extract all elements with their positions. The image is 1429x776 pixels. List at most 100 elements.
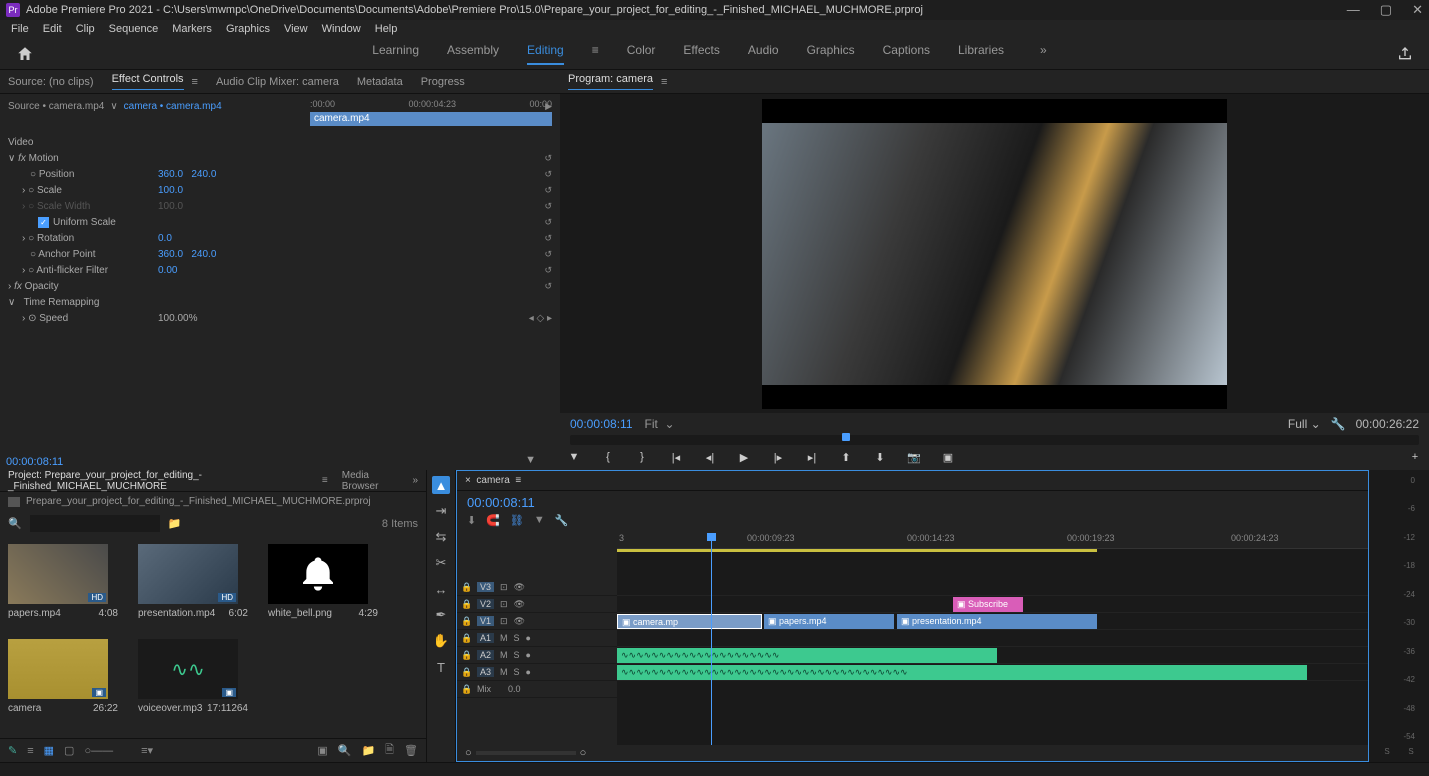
ec-timecode[interactable]: 00:00:08:11	[6, 456, 63, 468]
ec-seq-clip[interactable]: camera • camera.mp4	[124, 101, 222, 112]
reset-scale-icon[interactable]: ↺	[544, 185, 552, 196]
new-item-icon[interactable]: 🗎	[385, 741, 394, 760]
solo-right-icon[interactable]: S	[1408, 747, 1413, 756]
wrench-icon[interactable]: 🔧	[1331, 417, 1346, 431]
list-view-icon[interactable]: ≡	[27, 745, 33, 757]
hand-tool-icon[interactable]: ✋	[432, 632, 450, 650]
reset-scalewidth-icon[interactable]: ↺	[544, 201, 552, 212]
toggle-v3-icon[interactable]: ⊡	[500, 582, 508, 593]
eye-v2-icon[interactable]: 👁	[514, 599, 525, 610]
ec-speed-val[interactable]: 100.00%	[158, 313, 197, 324]
export-icon[interactable]	[1397, 46, 1413, 62]
tab-progress[interactable]: Progress	[421, 76, 465, 88]
eye-v1-icon[interactable]: 👁	[514, 616, 525, 627]
rec-a2-icon[interactable]: ●	[526, 650, 531, 660]
program-zoom-dropdown[interactable]: Full ⌄	[1288, 417, 1321, 431]
export-frame-icon[interactable]: 📷	[906, 451, 922, 464]
lock-a2-icon[interactable]: 🔒	[461, 650, 471, 661]
filter-icon[interactable]: ▼	[525, 454, 536, 466]
insert-mode-icon[interactable]: ⬇	[467, 514, 476, 527]
track-select-tool-icon[interactable]: ⇥	[432, 502, 450, 520]
mute-a3-icon[interactable]: M	[500, 667, 508, 677]
go-out-icon[interactable]: ▸|	[804, 451, 820, 464]
tl-zoom-slider[interactable]	[476, 751, 576, 755]
type-tool-icon[interactable]: T	[432, 658, 450, 676]
clip-subscribe[interactable]: ▣ Subscribe	[953, 597, 1023, 612]
ws-graphics[interactable]: Graphics	[807, 43, 855, 65]
menu-clip[interactable]: Clip	[71, 23, 100, 35]
project-menu-icon[interactable]: ≡	[322, 475, 328, 486]
timeline-timecode[interactable]: 00:00:08:11	[457, 491, 545, 514]
lift-icon[interactable]: ⬆	[838, 451, 854, 464]
panel-overflow-icon[interactable]: »	[412, 475, 418, 486]
uniform-scale-checkbox[interactable]: ✓	[38, 217, 49, 228]
solo-a2-icon[interactable]: S	[514, 650, 520, 660]
tab-audio-mixer[interactable]: Audio Clip Mixer: camera	[216, 76, 339, 88]
sort-icon[interactable]: ≡▾	[141, 744, 153, 757]
menu-markers[interactable]: Markers	[167, 23, 217, 35]
menu-help[interactable]: Help	[370, 23, 403, 35]
keyframe-nav[interactable]: ◂ ◇ ▸	[529, 313, 552, 324]
selection-tool-icon[interactable]: ▲	[432, 476, 450, 494]
reset-uniform-icon[interactable]: ↺	[544, 217, 552, 228]
program-monitor[interactable]	[560, 94, 1429, 413]
pen-tool-icon[interactable]: ✒	[432, 606, 450, 624]
work-area-bar[interactable]	[617, 549, 1097, 552]
menu-sequence[interactable]: Sequence	[104, 23, 164, 35]
mark-in-icon[interactable]: {	[600, 451, 616, 464]
tab-media-browser[interactable]: Media Browser	[342, 470, 399, 492]
menu-graphics[interactable]: Graphics	[221, 23, 275, 35]
new-bin-icon[interactable]: 📁	[168, 517, 182, 530]
clip-presentation[interactable]: ▣ presentation.mp4	[897, 614, 1097, 629]
ec-opacity[interactable]: Opacity	[25, 281, 59, 292]
mix-val[interactable]: 0.0	[508, 684, 521, 694]
ws-learning[interactable]: Learning	[372, 43, 419, 65]
freeform-view-icon[interactable]: ▢	[64, 744, 74, 757]
tl-zoom-in-icon[interactable]: ○	[580, 747, 587, 759]
tab-program[interactable]: Program: camera	[568, 73, 653, 90]
clip-audio-a3[interactable]: ∿∿∿∿∿∿∿∿∿∿∿∿∿∿∿∿∿∿∿∿∿∿∿∿∿∿∿∿∿∿∿∿∿∿∿∿∿∿	[617, 665, 1307, 680]
mark-out-icon[interactable]: }	[634, 451, 650, 464]
reset-flicker-icon[interactable]: ↺	[544, 265, 552, 276]
razor-tool-icon[interactable]: ✂	[432, 554, 450, 572]
compare-icon[interactable]: ▣	[940, 451, 956, 464]
minimize-button[interactable]: —	[1347, 2, 1360, 18]
bin-item-papers[interactable]: HDpapers.mp44:08	[8, 544, 118, 619]
ws-color[interactable]: Color	[627, 43, 656, 65]
ec-flicker-val[interactable]: 0.00	[158, 265, 177, 276]
track-a1[interactable]: A1	[477, 633, 494, 643]
clip-camera[interactable]: ▣ camera.mp	[617, 614, 762, 629]
lock-a3-icon[interactable]: 🔒	[461, 667, 471, 678]
track-a2[interactable]: A2	[477, 650, 494, 660]
step-fwd-icon[interactable]: |▸	[770, 451, 786, 464]
track-v1[interactable]: V1	[477, 616, 494, 626]
ws-editing[interactable]: Editing	[527, 43, 564, 65]
play-icon[interactable]: ▶	[736, 451, 752, 464]
ec-anchor-y[interactable]: 240.0	[191, 249, 216, 260]
lock-v2-icon[interactable]: 🔒	[461, 599, 471, 610]
ec-position-x[interactable]: 360.0	[158, 169, 183, 180]
marker-tool-icon[interactable]: ▼	[534, 514, 545, 527]
ws-audio[interactable]: Audio	[748, 43, 779, 65]
bin-item-bell[interactable]: white_bell.png4:29	[268, 544, 378, 619]
tl-zoom-out-icon[interactable]: ○	[465, 747, 472, 759]
tab-source[interactable]: Source: (no clips)	[8, 76, 94, 88]
close-seq-icon[interactable]: ×	[465, 475, 471, 486]
trash-icon[interactable]: 🗑	[404, 744, 418, 757]
close-button[interactable]: ✕	[1412, 2, 1423, 18]
snap-icon[interactable]: 🧲	[486, 514, 500, 527]
auto-seq-icon[interactable]: ▣	[317, 744, 327, 757]
solo-a1-icon[interactable]: S	[514, 633, 520, 643]
step-back-icon[interactable]: ◂|	[702, 451, 718, 464]
reset-position-icon[interactable]: ↺	[544, 169, 552, 180]
ec-mini-timeline[interactable]: :00:00 00:00:04:23 00:00	[310, 94, 552, 114]
tab-project[interactable]: Project: Prepare_your_project_for_editin…	[8, 470, 308, 492]
tab-ec-menu-icon[interactable]: ≡	[192, 76, 198, 88]
bin-item-presentation[interactable]: HDpresentation.mp46:02	[138, 544, 248, 619]
linked-sel-icon[interactable]: ⛓	[510, 514, 524, 527]
track-mix[interactable]: Mix	[477, 684, 491, 694]
menu-view[interactable]: View	[279, 23, 313, 35]
timeline-playhead[interactable]	[711, 533, 712, 745]
settings-icon[interactable]: 🔧	[555, 514, 569, 527]
ec-timeremap[interactable]: Time Remapping	[24, 297, 100, 308]
